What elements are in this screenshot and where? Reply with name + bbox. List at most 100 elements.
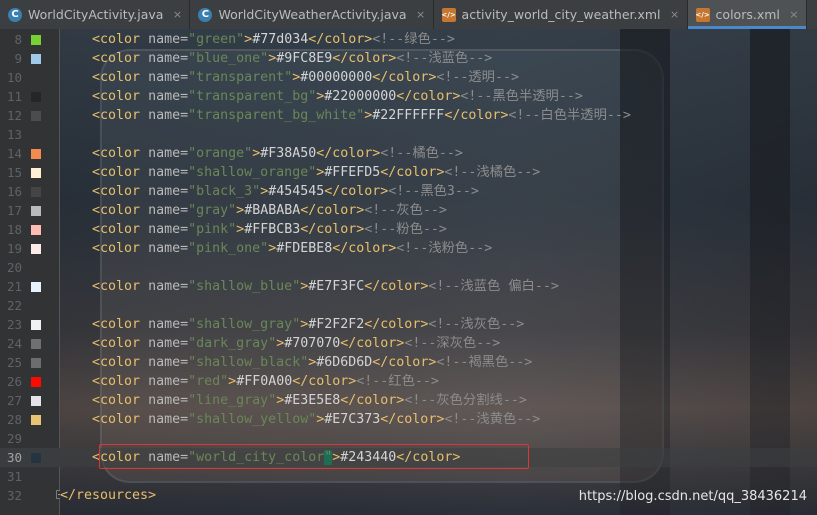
line-number: 25 <box>6 355 22 370</box>
line-number-gutter: 8 9 10 11 12 13 14 15 16 17 18 19 20 21 22 23 24 25 26 27 28… <box>0 29 65 515</box>
code-line[interactable]: <color name="shallow_black">#6D6D6D</col… <box>60 353 817 372</box>
line-number: 14 <box>6 146 22 161</box>
code-line[interactable]: <color name="line_gray">#E3E5E8</color><… <box>60 391 817 410</box>
line-number: 26 <box>6 374 22 389</box>
code-line[interactable]: <color name="blue_one">#9FC8E9</color><!… <box>60 49 817 68</box>
line-number: 13 <box>6 127 22 142</box>
code-line[interactable]: <color name="transparent_bg_white">#22FF… <box>60 106 817 125</box>
color-swatch-icon[interactable] <box>31 225 41 235</box>
attribute-name: name= <box>148 51 189 66</box>
code-line[interactable]: <color name="shallow_orange">#FFEFD5</co… <box>60 163 817 182</box>
color-swatch-icon[interactable] <box>31 206 41 216</box>
tag-open: <color <box>92 89 149 104</box>
code-line[interactable]: <color name="pink">#FFBCB3</color><!--粉色… <box>60 220 817 239</box>
gutter-line: 27 <box>0 391 60 410</box>
code-line[interactable]: <color name="shallow_gray">#F2F2F2</colo… <box>60 315 817 334</box>
line-number: 18 <box>6 222 22 237</box>
closing-tag: </resources> <box>60 488 157 503</box>
code-line[interactable]: <color name="red">#FF0A00</color><!--红色-… <box>60 372 817 391</box>
code-line[interactable]: <color name="shallow_blue">#E7F3FC</colo… <box>60 277 817 296</box>
tag-open: <color <box>92 355 149 370</box>
color-swatch-icon[interactable] <box>31 187 41 197</box>
quote: " <box>188 108 197 123</box>
comment: <!--深灰色--> <box>404 336 501 351</box>
color-swatch-icon[interactable] <box>31 339 41 349</box>
code-line[interactable]: <color name="dark_gray">#707070</color><… <box>60 334 817 353</box>
color-swatch-icon[interactable] <box>31 244 41 254</box>
gutter-line: 15 <box>0 163 60 182</box>
close-icon[interactable]: × <box>415 8 427 21</box>
tag-end: </color> <box>372 70 437 85</box>
tag-open: <color <box>92 393 149 408</box>
close-icon[interactable]: × <box>171 8 183 21</box>
code-line[interactable]: <color name="shallow_yellow">#E7C373</co… <box>60 410 817 429</box>
color-swatch-icon[interactable] <box>31 415 41 425</box>
tab-activity-world-city-weather-xml[interactable]: </> activity_world_city_weather.xml × <box>434 0 688 29</box>
attribute-name: name= <box>148 393 189 408</box>
quote: " <box>228 222 237 237</box>
code-line[interactable] <box>60 467 817 486</box>
color-swatch-icon[interactable] <box>31 111 41 121</box>
color-value: #F38A50 <box>260 146 317 161</box>
tag-end: </color> <box>332 51 397 66</box>
editor-tab-bar: C WorldCityActivity.java × C WorldCityWeathe… <box>0 0 817 30</box>
code-line[interactable] <box>60 125 817 144</box>
code-line[interactable]: <color name="black_3">#454545</color><!-… <box>60 182 817 201</box>
color-swatch-icon[interactable] <box>31 377 41 387</box>
code-line[interactable]: <color name="transparent">#00000000</col… <box>60 68 817 87</box>
code-line[interactable]: <color name="green">#77d034</color><!--绿… <box>60 30 817 49</box>
close-icon[interactable]: × <box>788 8 800 21</box>
tab-colors-xml[interactable]: </> colors.xml × <box>687 0 807 29</box>
attribute-name: name= <box>148 146 189 161</box>
tag-open: <color <box>92 184 149 199</box>
gutter-line: 11 <box>0 87 60 106</box>
gutter-line: 19 <box>0 239 60 258</box>
color-name: blue_one <box>196 51 261 66</box>
tag-end: </color> <box>396 89 461 104</box>
close-icon[interactable]: × <box>669 8 681 21</box>
code-line[interactable]: <color name="pink_one">#FDEBE8</color><!… <box>60 239 817 258</box>
color-swatch-icon[interactable] <box>31 453 41 463</box>
quote: " <box>188 51 197 66</box>
comment: <!--黑色3--> <box>388 184 479 199</box>
attribute-name: name= <box>148 108 189 123</box>
color-swatch-icon[interactable] <box>31 396 41 406</box>
comment: <!--浅灰色--> <box>428 317 525 332</box>
tab-worldcityweatheractivity-java[interactable]: C WorldCityWeatherActivity.java × <box>190 0 434 29</box>
color-swatch-icon[interactable] <box>31 35 41 45</box>
color-swatch-icon[interactable] <box>31 282 41 292</box>
color-swatch-icon[interactable] <box>31 168 41 178</box>
tag-end: </color> <box>340 393 405 408</box>
color-swatch-icon[interactable] <box>31 358 41 368</box>
gutter-line: 26 <box>0 372 60 391</box>
tab-worldcityactivity-java[interactable]: C WorldCityActivity.java × <box>0 0 191 29</box>
code-line[interactable]: <color name="orange">#F38A50</color><!--… <box>60 144 817 163</box>
comment: <!--红色--> <box>356 374 439 389</box>
tag-end: </color> <box>292 374 357 389</box>
color-swatch-icon[interactable] <box>31 320 41 330</box>
color-name: transparent_bg_white <box>196 108 357 123</box>
code-line[interactable] <box>60 258 817 277</box>
tag-close-bracket: > <box>236 203 245 218</box>
code-editor[interactable]: <color name="green">#77d034</color><!--绿… <box>60 29 817 515</box>
color-swatch-icon[interactable] <box>31 92 41 102</box>
comment: <!--白色半透明--> <box>508 108 631 123</box>
color-name: shallow_black <box>196 355 301 370</box>
tag-end: </color> <box>300 222 365 237</box>
tag-open: <color <box>92 317 149 332</box>
gutter-line: 24 <box>0 334 60 353</box>
code-line[interactable] <box>60 296 817 315</box>
code-line[interactable]: <color name="transparent_bg">#22000000</… <box>60 87 817 106</box>
tag-end: </color> <box>308 32 373 47</box>
color-swatch-icon[interactable] <box>31 149 41 159</box>
code-line[interactable]: <color name="gray">#BABABA</color><!--灰色… <box>60 201 817 220</box>
tag-end: </color> <box>444 108 509 123</box>
color-swatch-icon[interactable] <box>31 54 41 64</box>
quote: " <box>188 412 197 427</box>
attribute-name: name= <box>148 222 189 237</box>
